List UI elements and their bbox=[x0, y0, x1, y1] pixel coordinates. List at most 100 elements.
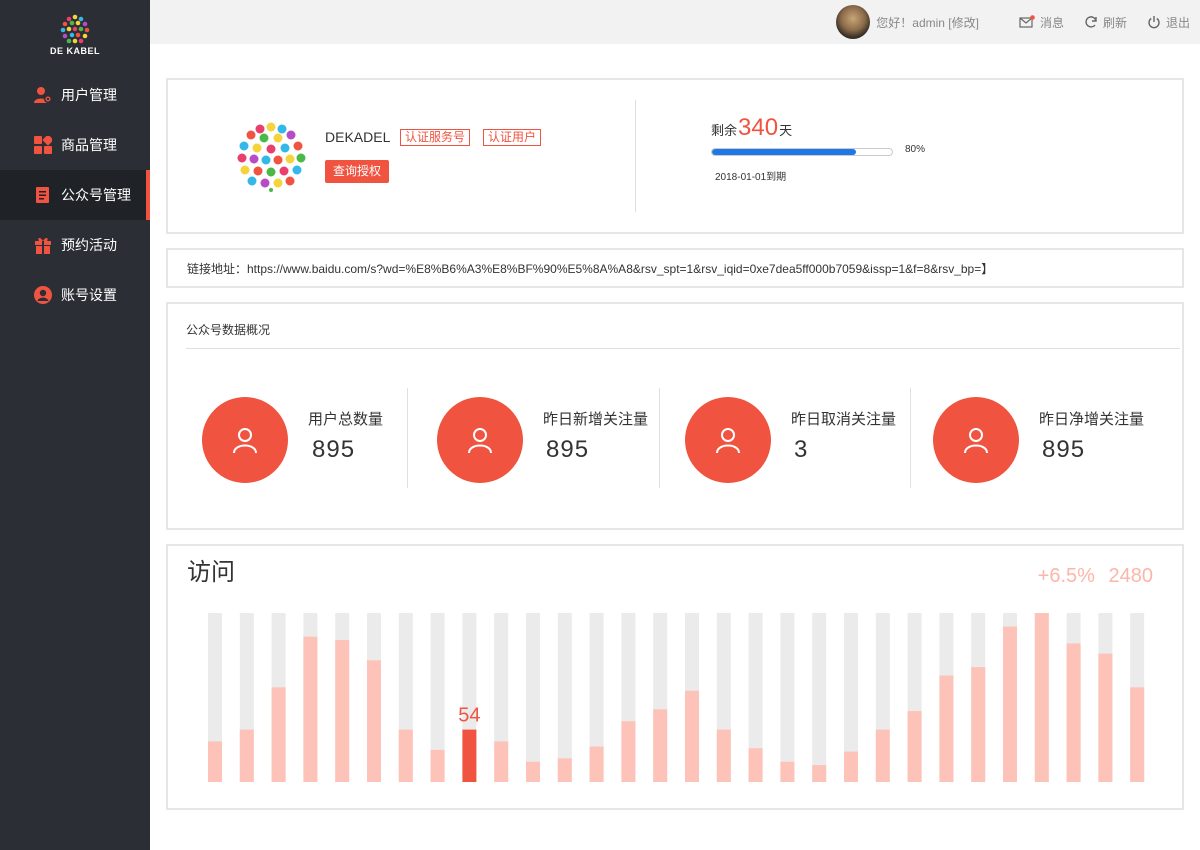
remaining-suffix: 天 bbox=[779, 123, 793, 138]
sidebar-item-account-settings[interactable]: 账号设置 bbox=[0, 270, 150, 320]
bar[interactable] bbox=[971, 667, 986, 782]
bar[interactable] bbox=[1003, 626, 1017, 782]
stat-value: 3 bbox=[794, 436, 809, 463]
sidebar-item-label: 商品管理 bbox=[61, 137, 117, 153]
bar[interactable] bbox=[812, 765, 827, 782]
bar[interactable] bbox=[716, 729, 731, 782]
logo[interactable]: DE KABEL bbox=[0, 0, 150, 70]
bar[interactable] bbox=[621, 721, 636, 782]
bar[interactable] bbox=[335, 640, 350, 782]
stat-label: 昨日净增关注量 bbox=[1039, 411, 1145, 428]
progress-fill bbox=[712, 149, 856, 155]
bar[interactable] bbox=[939, 675, 954, 782]
divider bbox=[910, 388, 911, 488]
progress-bar bbox=[711, 148, 893, 156]
bar-track bbox=[526, 613, 540, 782]
refresh-label: 刷新 bbox=[1102, 15, 1127, 30]
document-icon bbox=[34, 186, 52, 204]
logout-button[interactable]: 退出 bbox=[1147, 14, 1190, 31]
verified-service-tag: 认证服务号 bbox=[400, 129, 471, 146]
bar[interactable] bbox=[589, 746, 604, 782]
user-icon bbox=[716, 428, 740, 454]
query-authorization-button[interactable]: 查询授权 bbox=[325, 160, 390, 183]
bar-highlighted[interactable] bbox=[462, 729, 477, 782]
bar[interactable] bbox=[780, 761, 795, 782]
link-card: 链接地址：https://www.baidu.com/s?wd=%E8%B6%A… bbox=[166, 248, 1184, 288]
bar[interactable] bbox=[875, 729, 890, 782]
bar[interactable] bbox=[685, 690, 699, 782]
account-logo-icon bbox=[237, 122, 306, 192]
remaining-days-value: 340 bbox=[738, 114, 779, 141]
stat-value: 895 bbox=[1042, 436, 1086, 463]
expire-date: 2018-01-01到期 bbox=[715, 172, 787, 183]
user-icon-circle bbox=[437, 397, 523, 483]
divider bbox=[635, 100, 636, 212]
bar-track bbox=[780, 613, 795, 782]
bar-track bbox=[812, 613, 827, 782]
user-icon-circle bbox=[202, 397, 288, 483]
bar[interactable] bbox=[1130, 687, 1145, 782]
sidebar-item-user-management[interactable]: 用户管理 bbox=[0, 70, 150, 120]
bar[interactable] bbox=[494, 741, 509, 782]
stat-label: 昨日取消关注量 bbox=[791, 411, 897, 428]
remaining-prefix: 剩余 bbox=[711, 123, 738, 138]
message-button[interactable]: 消息 bbox=[1019, 14, 1064, 31]
stat-value: 895 bbox=[546, 436, 590, 463]
remaining-days: 剩余 340 天 bbox=[711, 114, 792, 142]
bar[interactable] bbox=[1066, 643, 1081, 782]
sidebar-item-label: 账号设置 bbox=[61, 287, 117, 303]
refresh-button[interactable]: 刷新 bbox=[1084, 14, 1127, 31]
logo-text: DE KABEL bbox=[49, 46, 100, 56]
bar[interactable] bbox=[367, 660, 381, 782]
grid-icon bbox=[34, 136, 52, 154]
bar[interactable] bbox=[271, 687, 286, 782]
visits-bar-chart: 54 bbox=[208, 613, 1145, 782]
verified-user-tag: 认证用户 bbox=[483, 129, 542, 146]
logo-dots-icon bbox=[60, 14, 90, 44]
bar[interactable] bbox=[557, 758, 572, 782]
sidebar-item-label: 用户管理 bbox=[61, 87, 117, 103]
bar[interactable] bbox=[239, 729, 254, 782]
user-gear-icon bbox=[34, 86, 52, 104]
refresh-icon bbox=[1085, 16, 1097, 28]
avatar[interactable] bbox=[836, 5, 871, 39]
bar[interactable] bbox=[398, 729, 413, 782]
sidebar-item-label: 预约活动 bbox=[61, 237, 117, 253]
message-label: 消息 bbox=[1039, 15, 1064, 30]
progress-label: 80% bbox=[905, 144, 926, 155]
account-circle-icon bbox=[34, 286, 52, 304]
account-card: DEKADEL 认证服务号 认证用户 查询授权 剩余 340 天 80% 201… bbox=[166, 78, 1184, 234]
bar[interactable] bbox=[653, 709, 668, 782]
link-address[interactable]: 链接地址：https://www.baidu.com/s?wd=%E8%B6%A… bbox=[187, 260, 993, 277]
sidebar: DE KABEL 用户管理 商品管理 公众号管理 预约活动 账号设置 bbox=[0, 0, 150, 850]
bar[interactable] bbox=[208, 741, 222, 782]
divider bbox=[407, 388, 408, 488]
top-bar: 您好！admin [修改] 消息 刷新 退出 bbox=[150, 0, 1200, 44]
bar[interactable] bbox=[1034, 613, 1049, 782]
user-icon bbox=[468, 428, 492, 454]
divider bbox=[659, 388, 660, 488]
bar[interactable] bbox=[748, 748, 763, 782]
sidebar-item-booking-activities[interactable]: 预约活动 bbox=[0, 220, 150, 270]
bar[interactable] bbox=[844, 751, 858, 782]
stat-label: 昨日新增关注量 bbox=[543, 411, 649, 428]
divider bbox=[186, 348, 1180, 349]
bar-data-label: 54 bbox=[458, 705, 480, 727]
bar[interactable] bbox=[430, 749, 445, 782]
bar[interactable] bbox=[907, 711, 922, 782]
power-icon bbox=[1148, 16, 1160, 29]
logout-label: 退出 bbox=[1165, 15, 1190, 30]
bar[interactable] bbox=[526, 761, 540, 782]
bar[interactable] bbox=[1098, 653, 1113, 782]
user-icon bbox=[233, 428, 257, 454]
greeting-text[interactable]: 您好！admin [修改] bbox=[876, 14, 979, 31]
bar[interactable] bbox=[303, 636, 318, 782]
mail-icon bbox=[1019, 15, 1035, 28]
stats-card: 公众号数据概况 用户总数量 895 昨日新增关注量 895 昨日取消关注量 3 … bbox=[166, 302, 1184, 530]
user-icon bbox=[964, 428, 988, 454]
sidebar-item-label: 公众号管理 bbox=[61, 187, 131, 203]
sidebar-item-product-management[interactable]: 商品管理 bbox=[0, 120, 150, 170]
bar-track bbox=[557, 613, 572, 782]
user-icon-circle bbox=[933, 397, 1019, 483]
sidebar-item-official-account-management[interactable]: 公众号管理 bbox=[0, 170, 150, 220]
